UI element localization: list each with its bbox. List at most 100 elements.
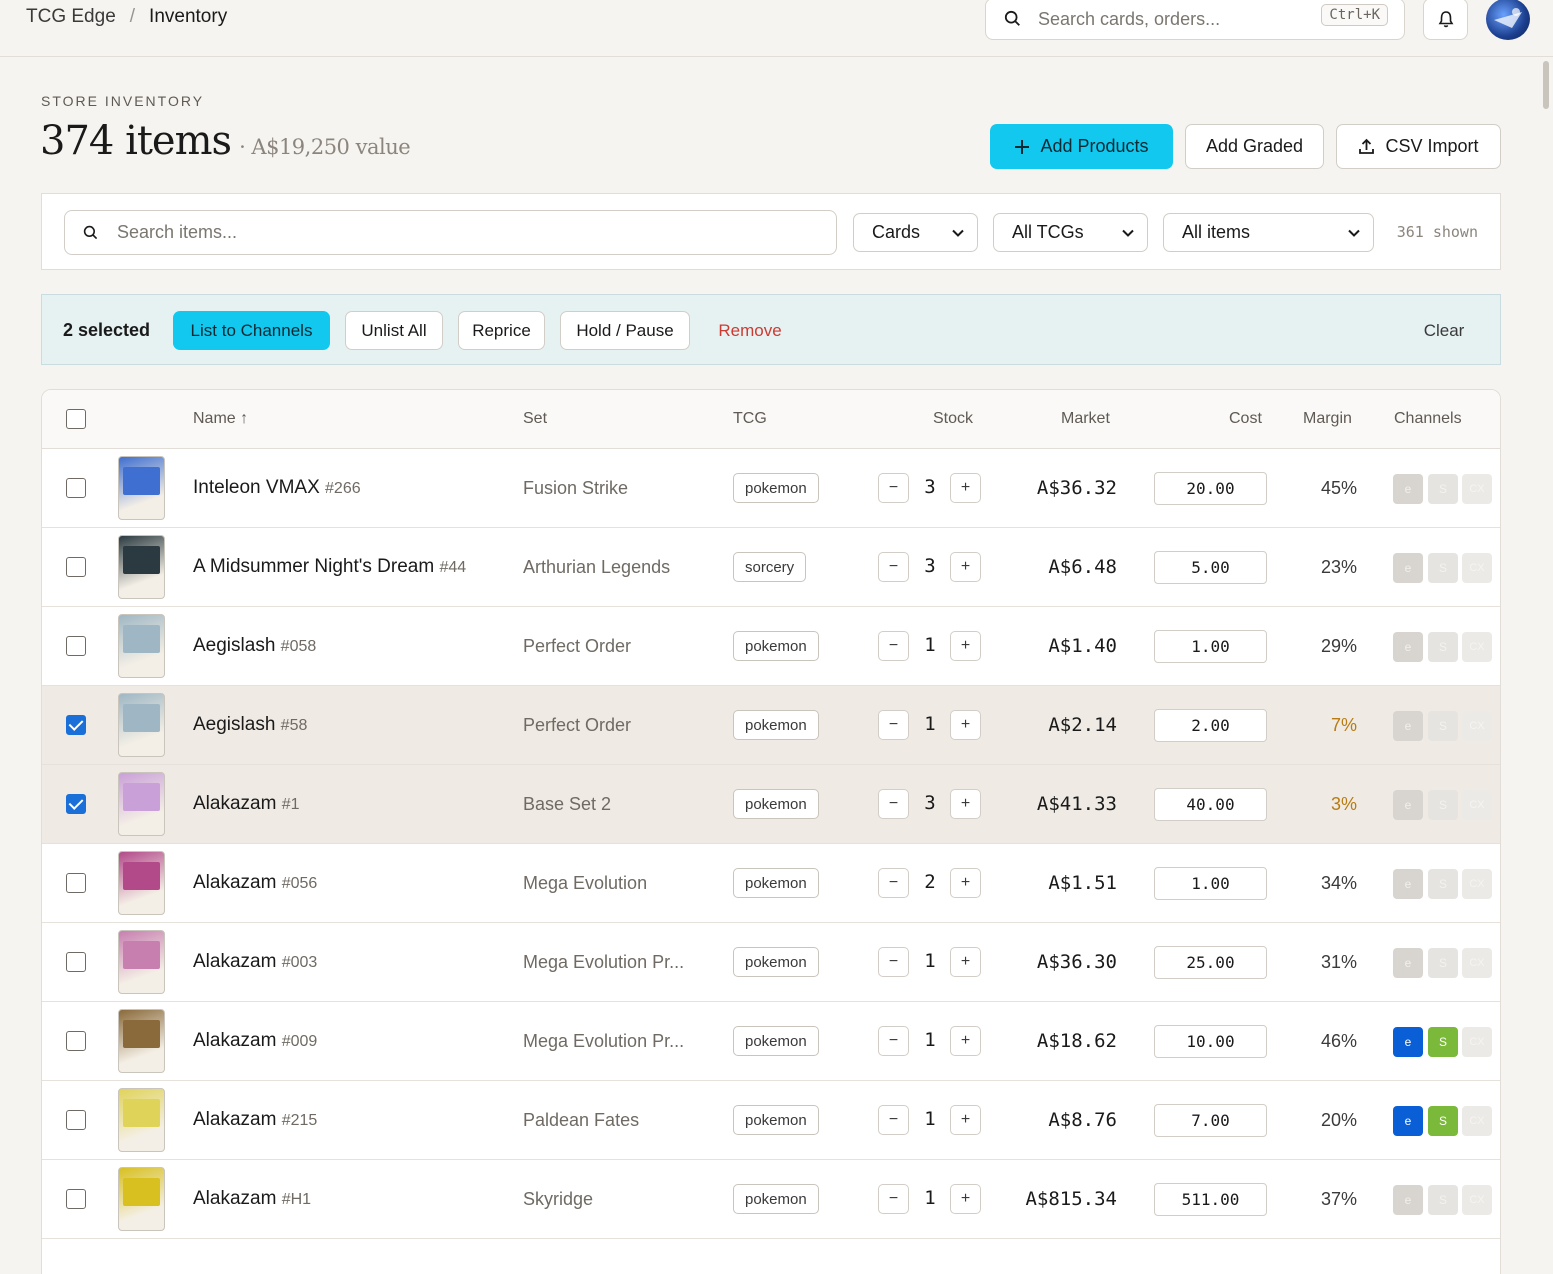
cost-input[interactable]: 20.00: [1154, 472, 1267, 505]
table-row[interactable]: Alakazam #215 Paldean Fates pokemon −1 + A$8.…: [42, 1081, 1500, 1160]
decrease-stock-button[interactable]: −: [878, 1184, 909, 1214]
increase-stock-button[interactable]: +: [950, 1184, 981, 1214]
ebay-channel-toggle[interactable]: e: [1393, 632, 1423, 662]
column-header-cost[interactable]: Cost: [1229, 410, 1262, 428]
card-name[interactable]: Inteleon VMAX #266: [193, 477, 361, 499]
table-row[interactable]: Aegislash #058 Perfect Order pokemon −1 + A$1…: [42, 607, 1500, 686]
row-checkbox[interactable]: [66, 873, 86, 893]
avatar[interactable]: [1486, 0, 1530, 40]
ebay-channel-toggle[interactable]: e: [1393, 790, 1423, 820]
card-name[interactable]: Alakazam #H1: [193, 1188, 311, 1210]
cx-channel-toggle[interactable]: CX: [1462, 948, 1492, 978]
card-name[interactable]: Alakazam #009: [193, 1030, 317, 1052]
decrease-stock-button[interactable]: −: [878, 947, 909, 977]
cost-input[interactable]: 40.00: [1154, 788, 1267, 821]
cx-channel-toggle[interactable]: CX: [1462, 632, 1492, 662]
row-checkbox[interactable]: [66, 794, 86, 814]
shopify-channel-toggle[interactable]: S: [1428, 869, 1458, 899]
ebay-channel-toggle[interactable]: e: [1393, 711, 1423, 741]
notifications-button[interactable]: [1423, 0, 1468, 40]
cost-input[interactable]: 25.00: [1154, 946, 1267, 979]
row-checkbox[interactable]: [66, 478, 86, 498]
ebay-channel-toggle[interactable]: e: [1393, 1185, 1423, 1215]
cost-input[interactable]: 10.00: [1154, 1025, 1267, 1058]
increase-stock-button[interactable]: +: [950, 473, 981, 503]
decrease-stock-button[interactable]: −: [878, 631, 909, 661]
cx-channel-toggle[interactable]: CX: [1462, 790, 1492, 820]
cost-input[interactable]: 511.00: [1154, 1183, 1267, 1216]
cx-channel-toggle[interactable]: CX: [1462, 711, 1492, 741]
page-scrollbar[interactable]: [1539, 57, 1553, 1274]
column-header-market[interactable]: Market: [1061, 410, 1110, 428]
increase-stock-button[interactable]: +: [950, 1105, 981, 1135]
card-thumbnail[interactable]: [118, 1167, 165, 1231]
row-checkbox[interactable]: [66, 1031, 86, 1051]
column-header-name[interactable]: Name ↑: [193, 410, 248, 428]
scrollbar-thumb[interactable]: [1543, 61, 1549, 109]
card-name[interactable]: Alakazam #1: [193, 793, 300, 815]
increase-stock-button[interactable]: +: [950, 631, 981, 661]
decrease-stock-button[interactable]: −: [878, 789, 909, 819]
ebay-channel-toggle[interactable]: e: [1393, 1106, 1423, 1136]
table-row[interactable]: Alakazam #009 Mega Evolution Pr... pokemon…: [42, 1002, 1500, 1081]
add-products-button[interactable]: Add Products: [990, 124, 1173, 169]
ebay-channel-toggle[interactable]: e: [1393, 553, 1423, 583]
card-name[interactable]: A Midsummer Night's Dream #44: [193, 556, 466, 578]
shopify-channel-toggle[interactable]: S: [1428, 1027, 1458, 1057]
card-name[interactable]: Alakazam #003: [193, 951, 317, 973]
card-thumbnail[interactable]: [118, 1088, 165, 1152]
decrease-stock-button[interactable]: −: [878, 868, 909, 898]
cost-input[interactable]: 1.00: [1154, 630, 1267, 663]
decrease-stock-button[interactable]: −: [878, 473, 909, 503]
row-checkbox[interactable]: [66, 636, 86, 656]
shopify-channel-toggle[interactable]: S: [1428, 711, 1458, 741]
row-checkbox[interactable]: [66, 715, 86, 735]
shopify-channel-toggle[interactable]: S: [1428, 1185, 1458, 1215]
csv-import-button[interactable]: CSV Import: [1336, 124, 1501, 169]
decrease-stock-button[interactable]: −: [878, 710, 909, 740]
card-thumbnail[interactable]: [118, 930, 165, 994]
column-header-tcg[interactable]: TCG: [733, 410, 767, 428]
increase-stock-button[interactable]: +: [950, 1026, 981, 1056]
global-search-input[interactable]: Search cards, orders... Ctrl+K: [985, 0, 1405, 40]
shopify-channel-toggle[interactable]: S: [1428, 790, 1458, 820]
cx-channel-toggle[interactable]: CX: [1462, 474, 1492, 504]
column-header-set[interactable]: Set: [523, 410, 547, 428]
cx-channel-toggle[interactable]: CX: [1462, 1106, 1492, 1136]
table-row[interactable]: Alakazam #003 Mega Evolution Pr... pokemon…: [42, 923, 1500, 1002]
cx-channel-toggle[interactable]: CX: [1462, 1027, 1492, 1057]
increase-stock-button[interactable]: +: [950, 552, 981, 582]
row-checkbox[interactable]: [66, 952, 86, 972]
item-search-input[interactable]: Search items...: [64, 210, 837, 255]
shopify-channel-toggle[interactable]: S: [1428, 948, 1458, 978]
increase-stock-button[interactable]: +: [950, 789, 981, 819]
card-thumbnail[interactable]: [118, 851, 165, 915]
shopify-channel-toggle[interactable]: S: [1428, 632, 1458, 662]
cost-input[interactable]: 1.00: [1154, 867, 1267, 900]
increase-stock-button[interactable]: +: [950, 868, 981, 898]
column-header-margin[interactable]: Margin: [1303, 410, 1352, 428]
tcg-select[interactable]: All TCGs: [993, 213, 1148, 252]
breadcrumb-root[interactable]: TCG Edge: [26, 6, 116, 28]
decrease-stock-button[interactable]: −: [878, 1105, 909, 1135]
table-row[interactable]: A Midsummer Night's Dream #44 Arthurian L…: [42, 528, 1500, 607]
reprice-button[interactable]: Reprice: [458, 311, 545, 350]
cx-channel-toggle[interactable]: CX: [1462, 869, 1492, 899]
table-row[interactable]: Alakazam #1 Base Set 2 pokemon −3 + A$41.33 40…: [42, 765, 1500, 844]
list-to-channels-button[interactable]: List to Channels: [173, 311, 330, 350]
card-thumbnail[interactable]: [118, 772, 165, 836]
table-row[interactable]: Alakazam #H1 Skyridge pokemon −1 + A$815.34 51…: [42, 1160, 1500, 1239]
cost-input[interactable]: 2.00: [1154, 709, 1267, 742]
row-checkbox[interactable]: [66, 1110, 86, 1130]
hold-pause-button[interactable]: Hold / Pause: [560, 311, 690, 350]
ebay-channel-toggle[interactable]: e: [1393, 474, 1423, 504]
type-select[interactable]: Cards: [853, 213, 978, 252]
decrease-stock-button[interactable]: −: [878, 1026, 909, 1056]
card-name[interactable]: Alakazam #215: [193, 1109, 317, 1131]
unlist-all-button[interactable]: Unlist All: [345, 311, 443, 350]
card-thumbnail[interactable]: [118, 456, 165, 520]
ebay-channel-toggle[interactable]: e: [1393, 869, 1423, 899]
increase-stock-button[interactable]: +: [950, 947, 981, 977]
ebay-channel-toggle[interactable]: e: [1393, 948, 1423, 978]
cost-input[interactable]: 5.00: [1154, 551, 1267, 584]
